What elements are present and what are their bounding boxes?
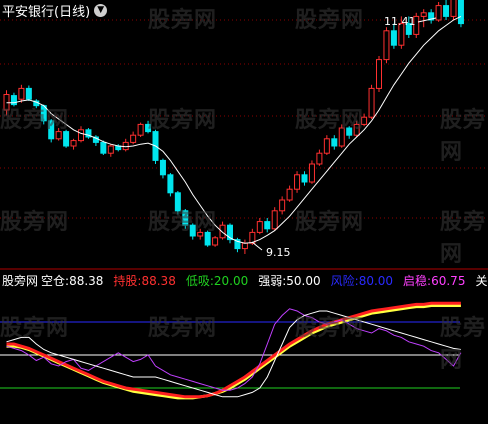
candle-body	[25, 87, 32, 100]
candle-body	[63, 131, 70, 147]
low-price-label: 9.15	[266, 246, 291, 259]
indicator-item: 风险:80.00	[331, 272, 396, 289]
indicator-item: 启稳:60.75	[403, 272, 468, 289]
indicator-item-value: 20.00	[213, 273, 249, 288]
candle-body	[279, 199, 286, 212]
indicator-header: 股旁网 空仓:88.38 持股:88.38 低吸:20.00 强弱:50.00 风险:8…	[2, 271, 488, 289]
candle-body	[189, 224, 196, 237]
candle-body	[122, 141, 129, 151]
indicator-item-label: 持股:	[113, 273, 142, 288]
price-chart	[0, 0, 488, 400]
indicator-item: 空仓:88.38	[41, 272, 106, 289]
candle-body	[443, 5, 450, 17]
candle-body	[294, 174, 301, 190]
candle-body	[197, 231, 204, 237]
indicator-item-label: 风险:	[330, 273, 359, 288]
indicator-name: 股旁网	[2, 273, 39, 288]
indicator-item-label: 空仓:	[41, 273, 70, 288]
indicator-item-label: 低吸:	[185, 273, 214, 288]
candle-body	[264, 221, 271, 230]
indicator-item: 低吸:20.00	[186, 272, 251, 289]
moving-average-line	[6, 15, 462, 244]
candle-body	[390, 30, 397, 46]
candle-body	[219, 224, 226, 239]
candle-body	[48, 120, 55, 140]
candle-body	[167, 174, 174, 194]
indicator-item-value: 88.38	[69, 273, 104, 288]
low-price-pointer	[251, 241, 263, 251]
indicator-purple-line	[6, 308, 462, 391]
candle-body	[301, 174, 308, 183]
indicator-item-value: 50.00	[286, 273, 321, 288]
candle-body	[78, 129, 84, 142]
candle-body	[457, 0, 464, 25]
candle-body	[316, 152, 323, 165]
candle-body	[174, 192, 181, 212]
candle-body	[323, 138, 330, 154]
candle-body	[18, 87, 25, 100]
candle-body	[383, 30, 390, 61]
indicator-red-line	[6, 301, 461, 399]
candle-body	[55, 131, 62, 140]
indicator-item-value: 88.38	[141, 273, 176, 288]
indicator-item-label: 启稳:	[403, 273, 432, 288]
candle-body	[256, 221, 263, 233]
candle-body	[308, 163, 315, 183]
candle-body	[145, 123, 152, 133]
candle-body	[212, 237, 219, 246]
candle-body	[338, 127, 345, 147]
candle-body	[182, 210, 189, 226]
indicator-item: 关注:6	[475, 272, 488, 289]
candle-body	[70, 140, 77, 147]
candle-body	[420, 12, 427, 17]
candle-body	[368, 87, 375, 118]
candle-body	[107, 145, 114, 154]
candle-body	[159, 159, 166, 176]
indicator-item-label: 强弱:	[258, 273, 287, 288]
candle-body	[435, 5, 442, 21]
indicator-item-label: 关注:	[475, 273, 488, 288]
candle-body	[361, 116, 368, 125]
candle-body	[376, 59, 382, 89]
candle-body	[204, 231, 211, 246]
candle-body	[353, 123, 360, 136]
candle-body	[286, 188, 293, 201]
indicator-item: 强弱:50.00	[258, 272, 323, 289]
candle-body	[137, 123, 144, 136]
candle-body	[331, 138, 338, 147]
indicator-item: 持股:88.38	[113, 272, 178, 289]
candle-body	[100, 141, 107, 154]
indicator-item-value: 60.75	[431, 273, 466, 288]
candle-body	[450, 0, 457, 17]
candle-body	[3, 94, 10, 111]
candle-body	[130, 134, 137, 143]
indicator-item-value: 80.00	[358, 273, 394, 288]
candle-body	[346, 127, 353, 136]
candle-body	[271, 210, 278, 230]
high-price-label: 11.41	[384, 15, 416, 28]
candle-body	[241, 242, 248, 250]
